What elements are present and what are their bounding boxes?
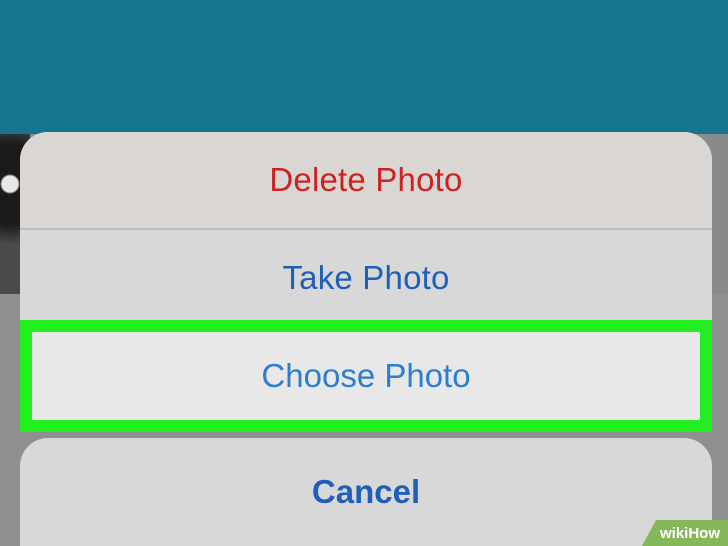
choose-photo-label: Choose Photo <box>261 357 471 394</box>
watermark-text: wikiHow <box>659 524 720 542</box>
cancel-button[interactable]: Cancel <box>20 438 712 546</box>
delete-photo-label: Delete Photo <box>269 161 463 198</box>
take-photo-button[interactable]: Take Photo <box>20 230 712 326</box>
cancel-label: Cancel <box>311 473 421 510</box>
delete-photo-button[interactable]: Delete Photo <box>20 132 712 228</box>
phone-screen: Delete Photo Take Photo Choose Photo Can… <box>0 0 728 546</box>
top-bar <box>0 0 728 134</box>
choose-photo-button[interactable]: Choose Photo <box>32 332 700 420</box>
take-photo-label: Take Photo <box>282 259 450 296</box>
wikihow-watermark: wikiHow <box>642 520 728 546</box>
